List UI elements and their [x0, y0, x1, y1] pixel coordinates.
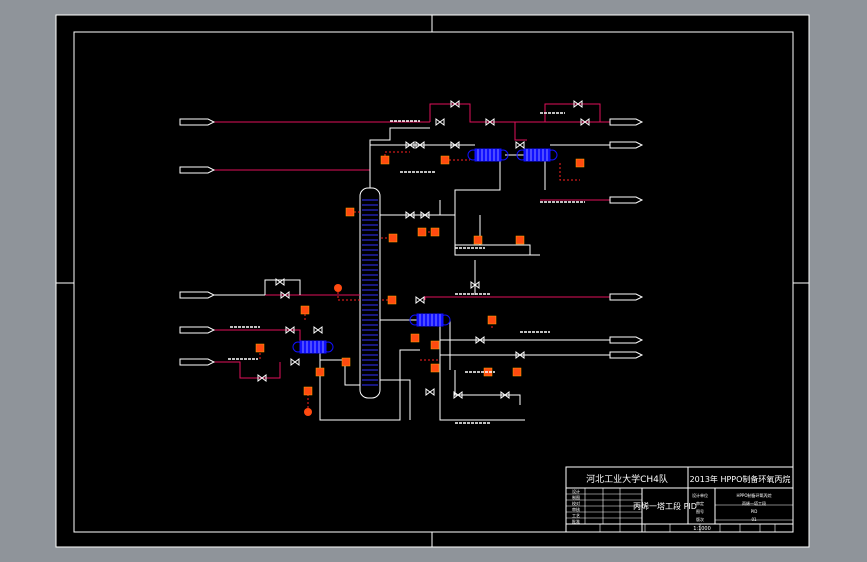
instrument-tag	[575, 158, 585, 168]
instrument-tag	[515, 235, 525, 245]
stream-outlet-arrow	[609, 351, 644, 359]
instrument-tag	[487, 315, 497, 325]
tb-role-label: 审核	[572, 506, 580, 512]
tb-field-value: PID	[751, 509, 758, 514]
tb-role-label: 工艺	[572, 513, 580, 518]
pid-drawing: 河北工业大学CH4队 2013年 HPPO制备环氧丙烷 丙烯一塔工段 PID 1…	[55, 14, 810, 548]
instrument-tag	[341, 357, 351, 367]
stream-outlet-arrow	[609, 336, 644, 344]
tb-scale: 1:1000	[693, 526, 711, 532]
stream-inlet-arrow	[179, 358, 216, 366]
stream-outlet-arrow	[609, 141, 644, 149]
tb-field-label: 审定	[696, 500, 704, 506]
instrument-tag	[255, 343, 265, 353]
cad-viewport: 河北工业大学CH4队 2013年 HPPO制备环氧丙烷 丙烯一塔工段 PID 1…	[0, 0, 867, 562]
instrument-tag	[345, 207, 355, 217]
instrument-tag	[430, 227, 440, 237]
stream-inlet-arrow	[179, 291, 216, 299]
distillation-column	[359, 187, 381, 399]
instrument-tag	[417, 227, 427, 237]
stream-inlet-arrow	[179, 118, 216, 126]
tb-field-value: 丙烯一塔工段	[742, 500, 766, 506]
tb-drawing-title: 丙烯一塔工段 PID	[633, 501, 697, 511]
tb-field-label: 图号	[696, 508, 704, 514]
tb-field-value: HPPO制备环氧丙烷	[737, 492, 772, 498]
tb-role-label: 校对	[572, 500, 580, 506]
instrument-bubble	[304, 408, 312, 416]
instrument-tag	[473, 235, 483, 245]
instrument-tag	[300, 305, 310, 315]
tb-project-title: 2013年 HPPO制备环氧丙烷	[690, 474, 791, 484]
instrument-bubble	[334, 284, 342, 292]
instrument-tag	[380, 155, 390, 165]
instrument-tag	[387, 295, 397, 305]
tb-field-label: 设计单位	[692, 492, 708, 498]
instrument-tag	[512, 367, 522, 377]
tb-field-value: 01	[751, 517, 757, 522]
stream-outlet-arrow	[609, 196, 644, 204]
instrument-tag	[315, 367, 325, 377]
title-block: 河北工业大学CH4队 2013年 HPPO制备环氧丙烷 丙烯一塔工段 PID 1…	[565, 466, 794, 533]
stream-inlet-arrow	[179, 326, 216, 334]
instrument-tag	[410, 333, 420, 343]
instrument-tag	[303, 386, 313, 396]
instrument-tag	[430, 340, 440, 350]
tb-field-label: 版次	[696, 516, 704, 522]
tb-role-label: 设计	[572, 488, 580, 494]
instrument-tag	[440, 155, 450, 165]
stream-outlet-arrow	[609, 118, 644, 126]
tb-role-label: 批准	[572, 518, 580, 524]
tb-role-label: 制图	[572, 494, 580, 500]
instrument-tag	[430, 363, 440, 373]
stream-outlet-arrow	[609, 293, 644, 301]
stream-inlet-arrow	[179, 166, 216, 174]
tb-organization: 河北工业大学CH4队	[586, 473, 668, 485]
instrument-tag	[388, 233, 398, 243]
